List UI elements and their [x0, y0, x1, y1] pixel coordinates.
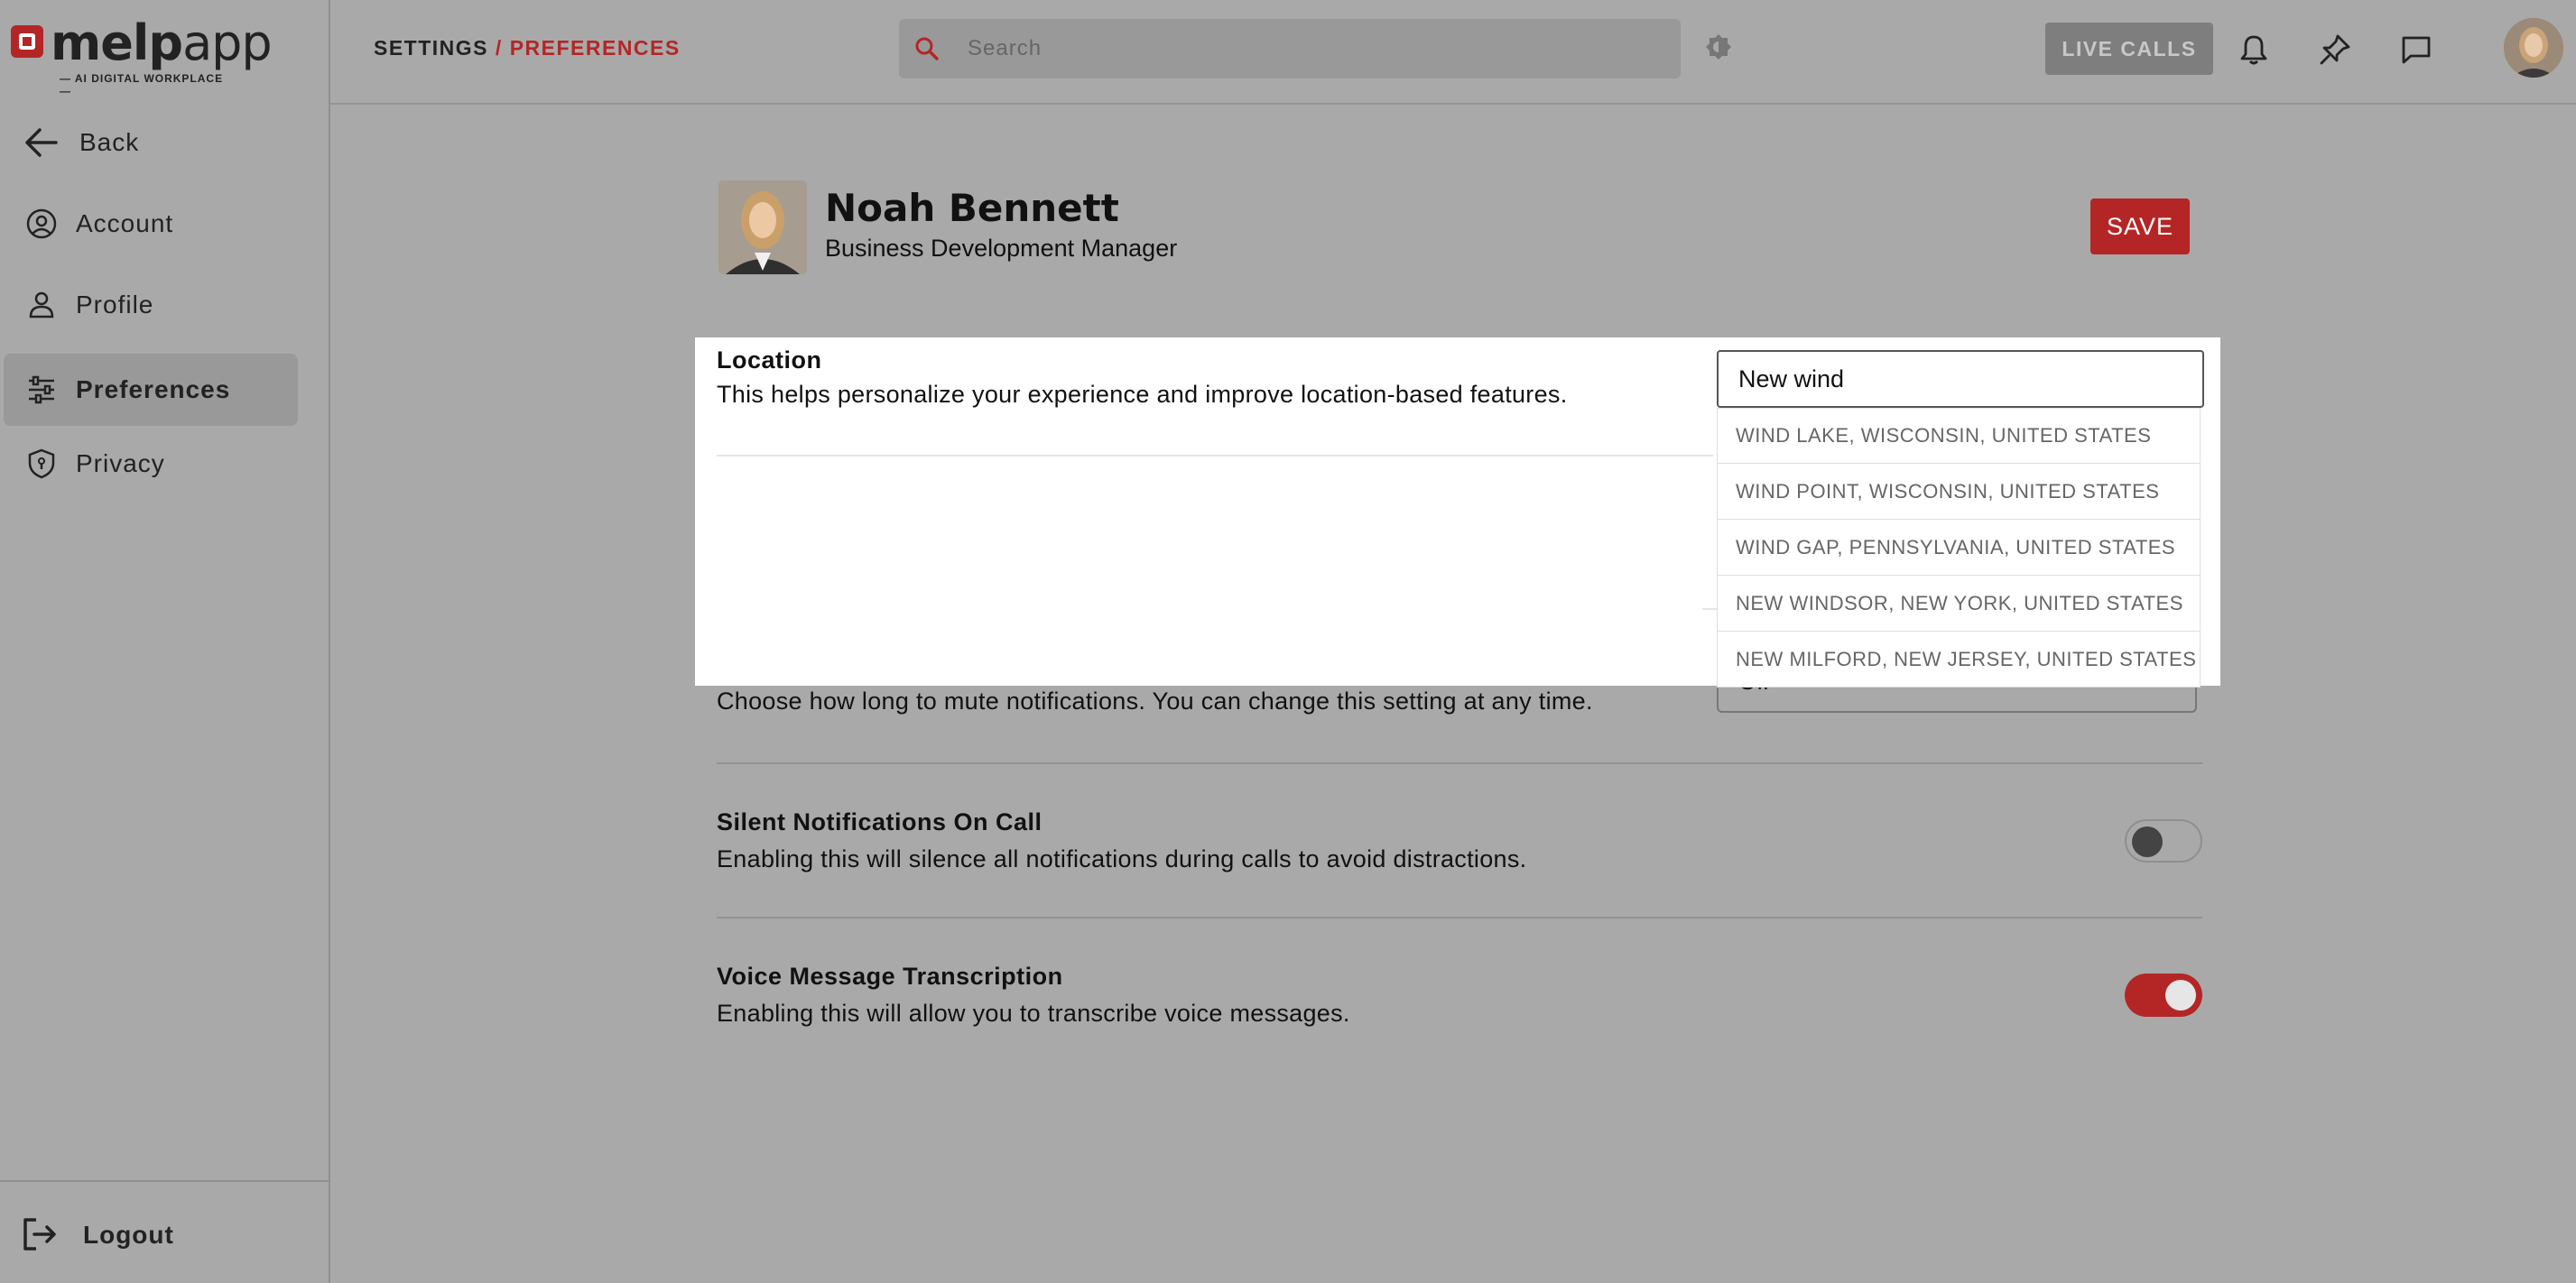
- location-title: Location: [717, 346, 822, 374]
- sidebar-item-label: Account: [76, 209, 174, 237]
- sidebar-item-label: Preferences: [76, 375, 231, 403]
- sidebar-item-label: Privacy: [76, 449, 165, 477]
- logout-section: Logout: [0, 1180, 330, 1283]
- brand-name: melpapp: [51, 14, 273, 71]
- back-label: Back: [79, 128, 140, 156]
- location-suggestion[interactable]: WIND LAKE, WISCONSIN, UNITED STATES: [1717, 408, 2201, 464]
- location-card: Location This helps personalize your exp…: [695, 337, 2220, 688]
- pin-icon[interactable]: [2318, 32, 2352, 67]
- profile-role: Business Development Manager: [825, 235, 1178, 262]
- sidebar-item-profile[interactable]: Profile: [4, 269, 298, 341]
- toggle-knob: [2132, 826, 2163, 857]
- divider: [717, 455, 1713, 457]
- silent-notifications-toggle[interactable]: [2125, 819, 2202, 863]
- divider: [717, 917, 2202, 918]
- location-input[interactable]: [1717, 350, 2204, 408]
- voice-transcription-row: Voice Message Transcription Enabling thi…: [717, 963, 2202, 1028]
- live-calls-button[interactable]: LIVE CALLS: [2045, 23, 2213, 75]
- arrow-left-icon: [23, 125, 60, 161]
- toggle-knob: [2165, 980, 2196, 1011]
- silent-notifications-row: Silent Notifications On Call Enabling th…: [717, 808, 2202, 873]
- logout-button[interactable]: Logout: [20, 1214, 174, 1256]
- location-suggestion[interactable]: NEW WINDSOR, NEW YORK, UNITED STATES: [1717, 576, 2201, 632]
- breadcrumb-separator: /: [495, 36, 503, 60]
- brand-tagline: — AI DIGITAL WORKPLACE —: [60, 72, 224, 97]
- silent-notifications-title: Silent Notifications On Call: [717, 808, 1042, 835]
- location-suggestion[interactable]: WIND GAP, PENNSYLVANIA, UNITED STATES: [1717, 520, 2201, 576]
- search-icon: [912, 33, 942, 64]
- user-avatar[interactable]: [2504, 18, 2563, 78]
- sidebar-item-account[interactable]: Account: [4, 188, 298, 260]
- sliders-icon: [23, 372, 60, 408]
- search-bar: [899, 19, 1681, 78]
- top-header: SETTINGS / PREFERENCES LIVE CALLS: [330, 0, 2576, 105]
- breadcrumb-root[interactable]: SETTINGS: [374, 36, 488, 60]
- voice-transcription-title: Voice Message Transcription: [717, 963, 1063, 990]
- sidebar: melpapp — AI DIGITAL WORKPLACE — Back Ac…: [0, 0, 330, 1283]
- voice-transcription-toggle[interactable]: [2125, 974, 2202, 1017]
- location-suggestions: WIND LAKE, WISCONSIN, UNITED STATES WIND…: [1717, 408, 2201, 688]
- mute-description: Choose how long to mute notifications. Y…: [717, 688, 1593, 715]
- profile-icon: [23, 287, 60, 323]
- divider: [717, 762, 2202, 764]
- sidebar-item-label: Profile: [76, 291, 154, 318]
- voice-transcription-description: Enabling this will allow you to transcri…: [717, 1000, 1350, 1027]
- logo-icon: [11, 25, 43, 58]
- sidebar-item-privacy[interactable]: Privacy: [4, 428, 298, 500]
- breadcrumb: SETTINGS / PREFERENCES: [374, 36, 681, 60]
- logout-icon: [20, 1214, 61, 1256]
- shield-icon: [23, 446, 60, 482]
- account-icon: [23, 206, 60, 242]
- mute-setting-row: Choose how long to mute notifications. Y…: [717, 688, 2202, 715]
- search-input[interactable]: [968, 32, 1654, 65]
- silent-notifications-description: Enabling this will silence all notificat…: [717, 845, 1527, 872]
- profile-name: Noah Bennett: [825, 186, 1119, 230]
- breadcrumb-current: PREFERENCES: [509, 36, 681, 60]
- theme-toggle-icon[interactable]: [1704, 32, 1733, 61]
- logout-label: Logout: [83, 1221, 174, 1249]
- location-description: This helps personalize your experience a…: [717, 381, 1568, 408]
- profile-header: Noah Bennett Business Development Manage…: [718, 180, 2190, 280]
- brand-logo[interactable]: melpapp — AI DIGITAL WORKPLACE —: [11, 14, 273, 97]
- save-button[interactable]: SAVE: [2090, 198, 2190, 254]
- location-suggestion[interactable]: WIND POINT, WISCONSIN, UNITED STATES: [1717, 464, 2201, 520]
- location-suggestion[interactable]: NEW MILFORD, NEW JERSEY, UNITED STATES: [1717, 632, 2201, 688]
- bell-icon[interactable]: [2237, 32, 2271, 67]
- profile-avatar: [718, 180, 807, 274]
- sidebar-item-preferences[interactable]: Preferences: [4, 354, 298, 426]
- back-button[interactable]: Back: [4, 106, 298, 179]
- chat-icon[interactable]: [2399, 32, 2433, 67]
